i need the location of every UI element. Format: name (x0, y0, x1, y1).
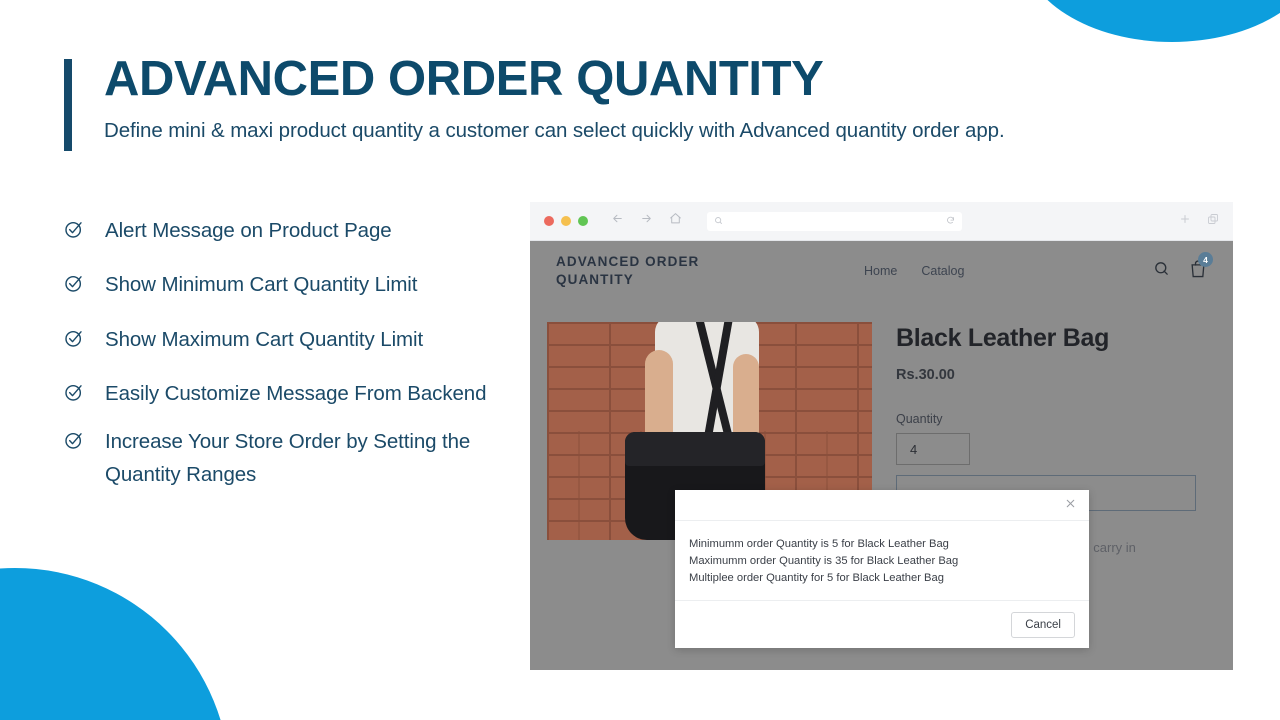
product-title: Black Leather Bag (896, 324, 1110, 352)
cancel-button[interactable]: Cancel (1011, 612, 1075, 639)
decorative-blob-top-right (1022, 0, 1280, 42)
list-item: Show Minimum Cart Quantity Limit (64, 268, 494, 301)
close-icon[interactable] (1064, 497, 1077, 513)
cart-button[interactable]: 4 (1189, 252, 1213, 283)
nav-link-home[interactable]: Home (864, 264, 897, 278)
page-subtitle: Define mini & maxi product quantity a cu… (104, 118, 1005, 142)
nav-link-catalog[interactable]: Catalog (921, 264, 964, 278)
check-circle-icon (64, 273, 84, 293)
feature-label: Easily Customize Message From Backend (105, 382, 487, 406)
search-icon (714, 212, 723, 230)
check-circle-icon (64, 430, 84, 450)
store-header: ADVANCED ORDER QUANTITY Home Catalog 4 (530, 241, 1233, 301)
modal-message-line: Maximumm order Quantity is 35 for Black … (689, 555, 959, 568)
quantity-rules-modal: Minimumm order Quantity is 5 for Black L… (675, 490, 1089, 648)
reload-icon[interactable] (946, 212, 955, 230)
browser-nav-controls (611, 212, 682, 230)
feature-label: Increase Your Store Order by Setting the… (105, 429, 471, 487)
list-item: Alert Message on Product Page (64, 214, 494, 247)
modal-header (675, 490, 1089, 521)
store-logo[interactable]: ADVANCED ORDER QUANTITY (556, 253, 736, 289)
browser-mockup: ADVANCED ORDER QUANTITY Home Catalog 4 B… (530, 202, 1233, 670)
feature-label: Alert Message on Product Page (105, 219, 392, 242)
list-item: Show Maximum Cart Quantity Limit (64, 323, 494, 356)
title-accent-bar (64, 59, 72, 151)
product-price: Rs.30.00 (896, 367, 955, 383)
decorative-blob-bottom-left (0, 568, 230, 720)
quantity-input[interactable]: 4 (896, 433, 970, 465)
modal-message-line: Minimumm order Quantity is 5 for Black L… (689, 538, 949, 550)
store-nav: Home Catalog (864, 264, 964, 278)
modal-footer: Cancel (675, 600, 1089, 649)
check-circle-icon (64, 382, 84, 402)
check-circle-icon (64, 328, 84, 348)
duplicate-tab-icon[interactable] (1207, 212, 1219, 230)
url-bar[interactable] (707, 211, 962, 231)
modal-body: Minimumm order Quantity is 5 for Black L… (675, 521, 1089, 600)
maximize-window-button[interactable] (578, 216, 588, 226)
modal-message-line: Multiplee order Quantity for 5 for Black… (689, 572, 944, 585)
back-arrow-icon[interactable] (611, 212, 624, 230)
store-actions: 4 (1153, 252, 1213, 283)
search-icon[interactable] (1153, 260, 1170, 282)
close-window-button[interactable] (544, 216, 554, 226)
page-title: ADVANCED ORDER QUANTITY (104, 52, 824, 106)
feature-list: Alert Message on Product Page Show Minim… (64, 214, 494, 505)
browser-chrome (530, 202, 1233, 241)
window-controls (544, 216, 588, 226)
plus-icon[interactable] (1179, 212, 1191, 230)
home-icon[interactable] (669, 212, 682, 230)
feature-label: Show Minimum Cart Quantity Limit (105, 273, 418, 297)
cart-count-badge: 4 (1198, 252, 1213, 267)
quantity-label: Quantity (896, 412, 943, 426)
browser-right-controls (1179, 212, 1219, 230)
minimize-window-button[interactable] (561, 216, 571, 226)
leather-bag-flap (625, 432, 765, 466)
forward-arrow-icon[interactable] (640, 212, 653, 230)
list-item: Easily Customize Message From Backend (64, 377, 494, 410)
feature-label: Show Maximum Cart Quantity Limit (105, 327, 424, 351)
page-header: ADVANCED ORDER QUANTITY Define mini & ma… (64, 52, 1214, 151)
slide-canvas: ADVANCED ORDER QUANTITY Define mini & ma… (0, 0, 1280, 720)
check-circle-icon (64, 219, 84, 239)
list-item: Increase Your Store Order by Setting the… (64, 425, 494, 492)
